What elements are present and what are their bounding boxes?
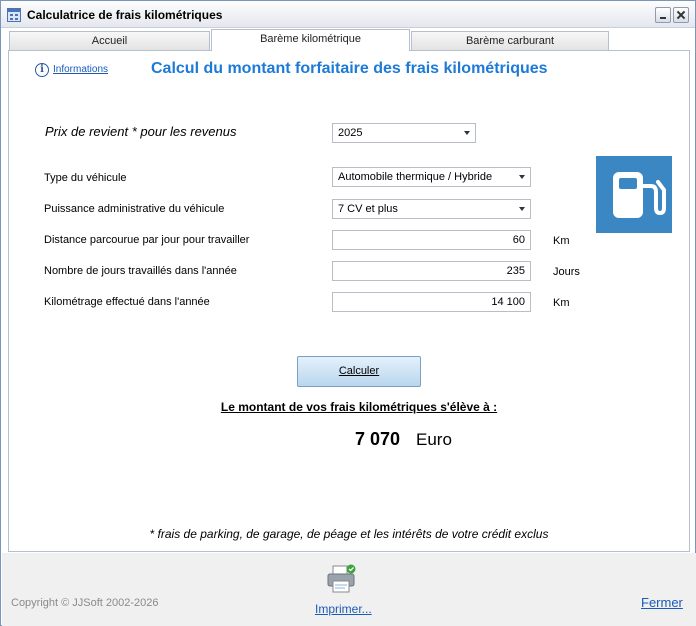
app-window: Calculatrice de frais kilométriques Accu…	[0, 0, 696, 626]
result-label: Le montant de vos frais kilométriques s'…	[220, 400, 498, 414]
tab-bar: Accueil Barème kilométrique Barème carbu…	[9, 29, 689, 51]
prix-select[interactable]: 2025	[332, 123, 476, 143]
distance-input[interactable]: 60	[332, 230, 531, 250]
type-vehicule-select[interactable]: Automobile thermique / Hybride	[332, 167, 531, 187]
copyright-text: Copyright © JJSoft 2002-2026	[11, 597, 159, 609]
tab-bareme-carburant[interactable]: Barème carburant	[411, 31, 609, 50]
jours-label: Nombre de jours travaillés dans l'année	[44, 265, 237, 277]
kilometrage-input[interactable]: 14 100	[332, 292, 531, 312]
page-title: Calcul du montant forfaitaire des frais …	[151, 60, 548, 77]
fuel-pump-icon	[596, 156, 672, 233]
fermer-link[interactable]: Fermer	[641, 595, 683, 610]
informations-link-label[interactable]: Informations	[53, 64, 108, 75]
minimize-button[interactable]	[655, 7, 671, 23]
footnote: * frais de parking, de garage, de péage …	[149, 527, 549, 541]
result-amount: 7 070	[355, 429, 401, 449]
close-window-button[interactable]	[673, 7, 689, 23]
kilometrage-label: Kilométrage effectué dans l'année	[44, 296, 210, 308]
window-title: Calculatrice de frais kilométriques	[27, 8, 223, 22]
type-vehicule-label: Type du véhicule	[44, 172, 127, 184]
jours-input[interactable]: 235	[332, 261, 531, 281]
calculer-button-label: Calculer	[338, 365, 380, 377]
prix-label: Prix de revient * pour les revenus	[45, 124, 237, 139]
puissance-label: Puissance administrative du véhicule	[44, 203, 225, 215]
title-bar: Calculatrice de frais kilométriques	[1, 1, 695, 28]
distance-label: Distance parcourue par jour pour travail…	[44, 234, 250, 246]
kilometrage-unit: Km	[553, 297, 570, 309]
calculer-button[interactable]: Calculer	[297, 356, 421, 387]
calculator-icon	[7, 8, 21, 22]
tab-bareme-kilometrique[interactable]: Barème kilométrique	[211, 29, 410, 51]
info-icon: i	[35, 63, 49, 77]
imprimer-link[interactable]: Imprimer...	[315, 602, 372, 616]
tab-accueil[interactable]: Accueil	[9, 31, 210, 50]
jours-unit: Jours	[553, 266, 580, 278]
printer-icon[interactable]	[326, 564, 358, 594]
puissance-select[interactable]: 7 CV et plus	[332, 199, 531, 219]
result-unit: Euro	[416, 430, 452, 449]
distance-unit: Km	[553, 235, 570, 247]
